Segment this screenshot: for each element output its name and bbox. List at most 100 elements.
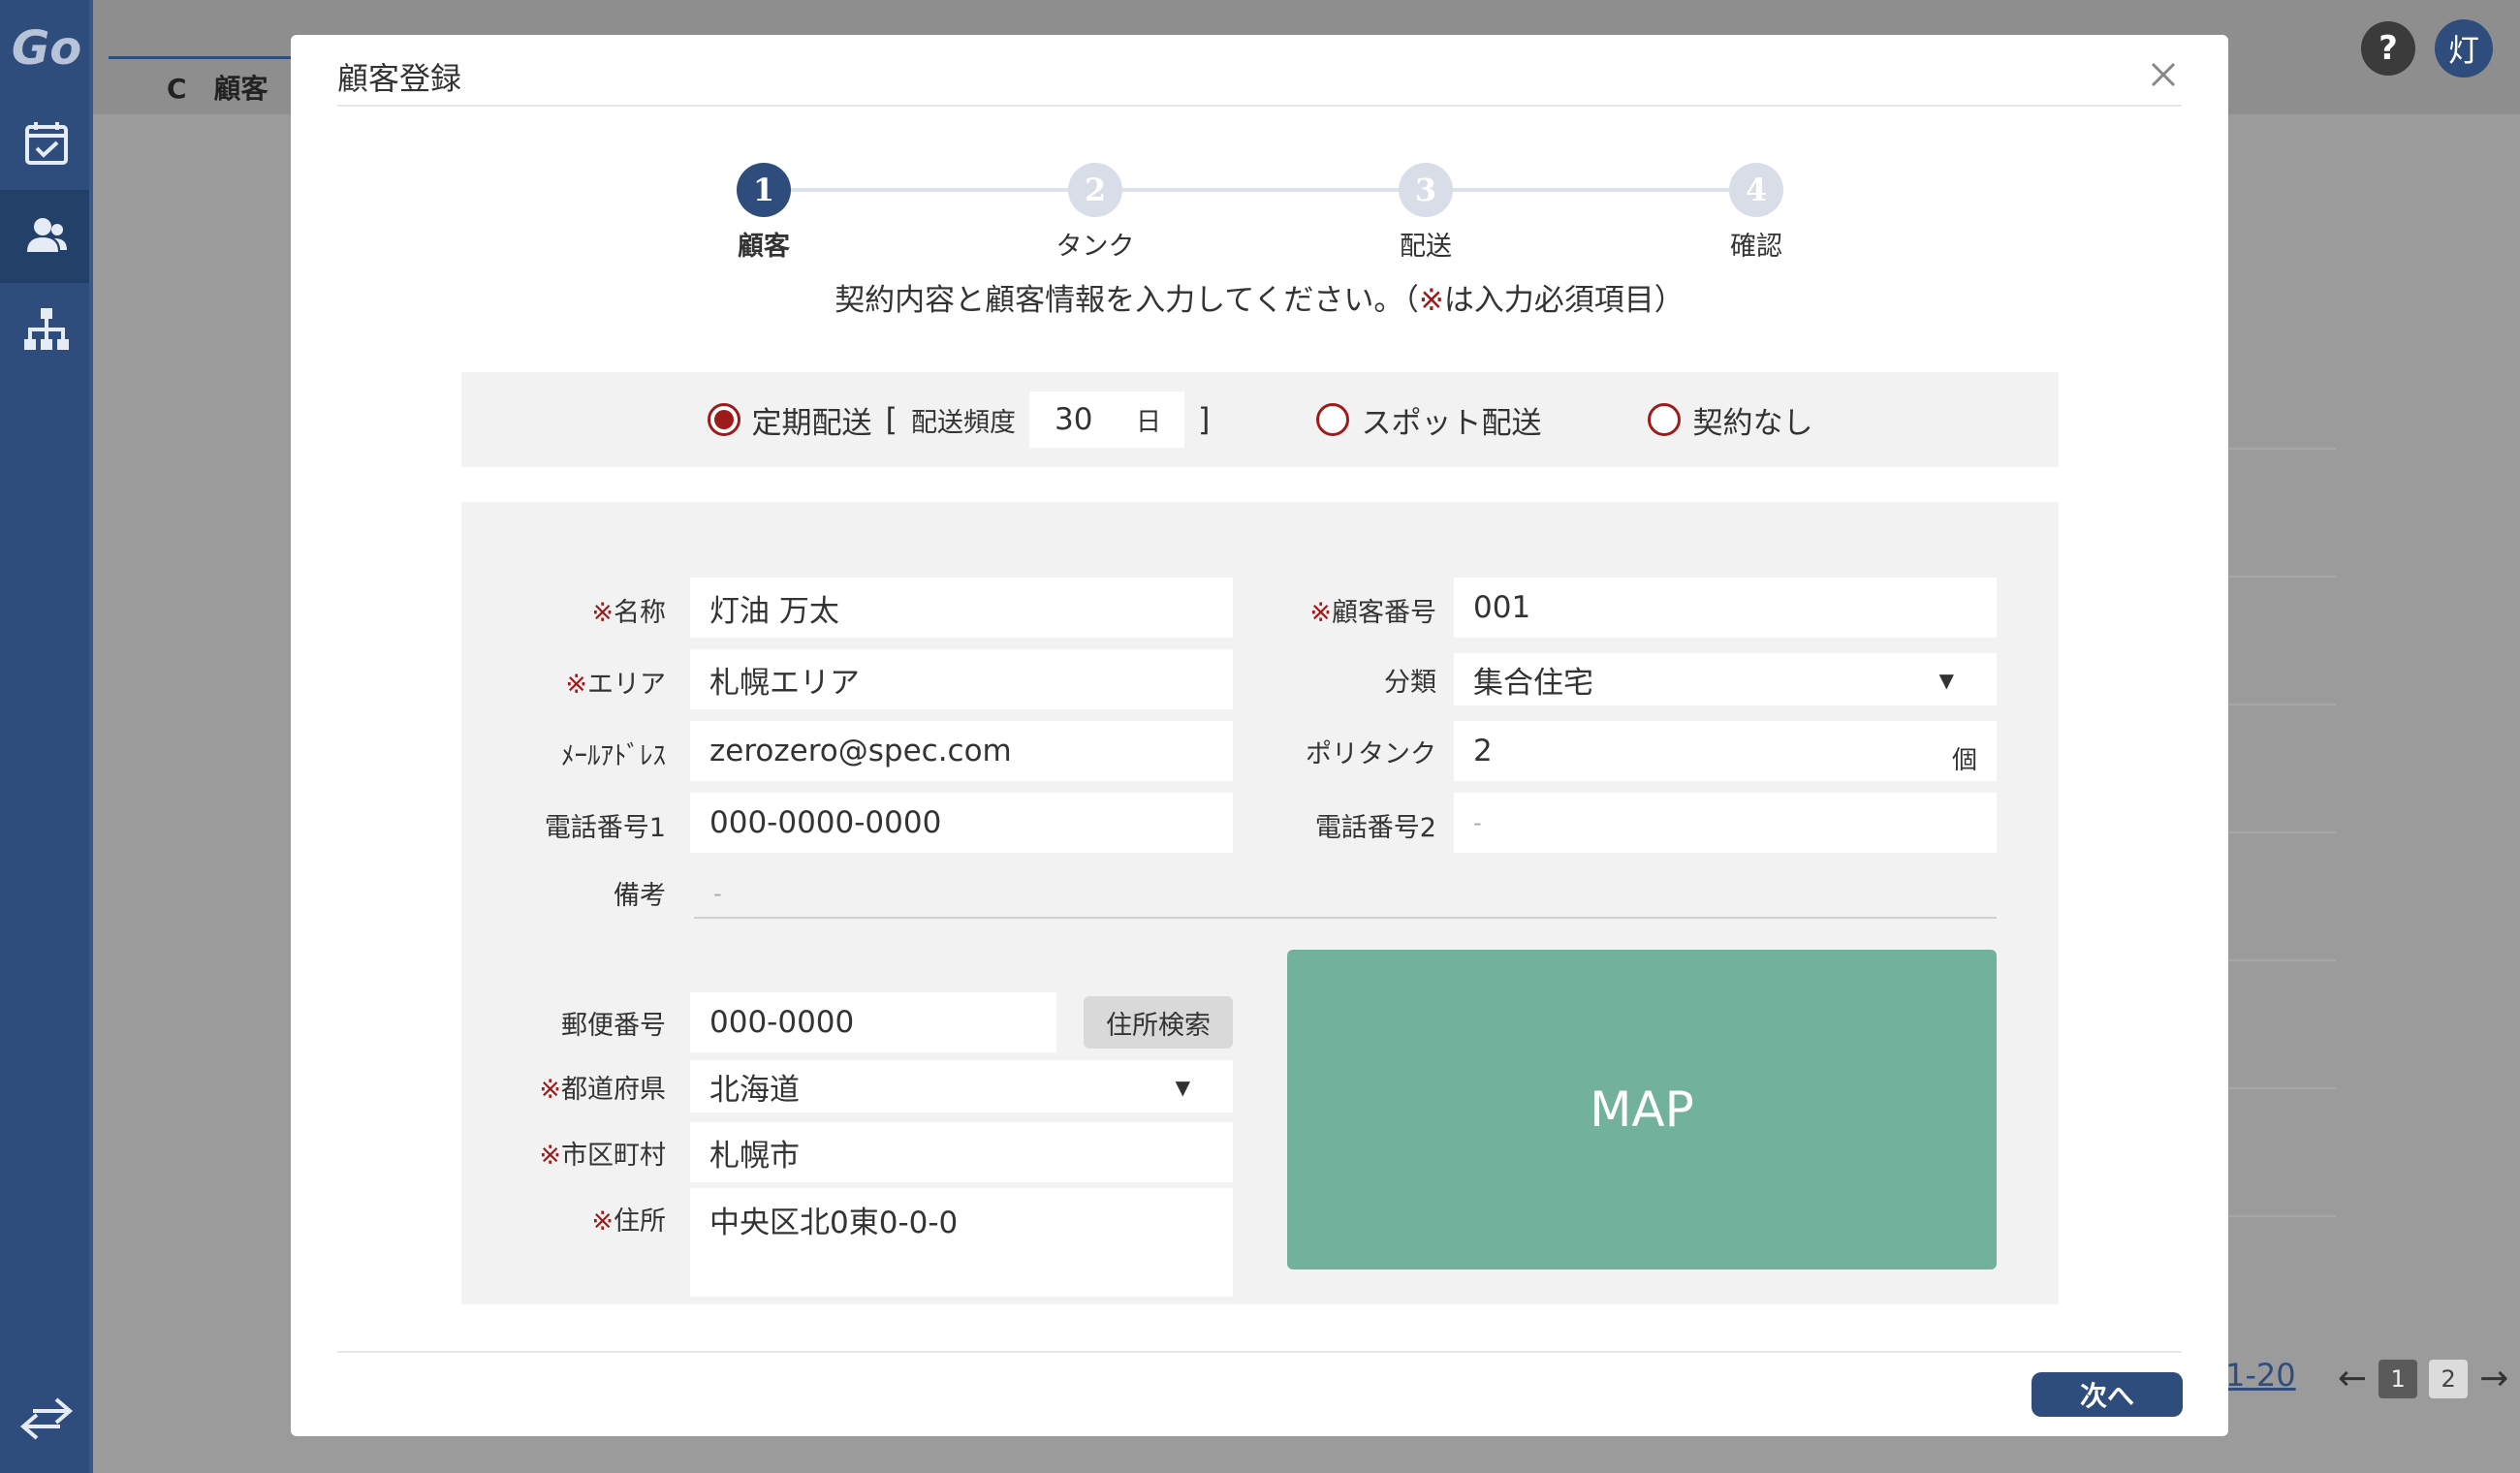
note-underline — [694, 917, 1997, 919]
city-label: ※市区町村 — [539, 1141, 666, 1171]
poly-tank-input[interactable]: 2 個 — [1454, 721, 1997, 781]
prefecture-value: 北海道 — [709, 1072, 800, 1108]
name-input[interactable]: 灯油 万太 — [690, 578, 1233, 638]
no-contract-option[interactable]: 契約なし — [1648, 398, 1812, 442]
area-input[interactable]: 札幌エリア — [690, 649, 1233, 709]
step-number: 1 — [737, 163, 791, 217]
sitemap-icon — [24, 308, 69, 350]
poly-tank-unit: 個 — [1951, 746, 1977, 775]
title-underline — [109, 56, 293, 59]
instruction-text: 契約内容と顧客情報を入力してください。（※は入力必須項目） — [835, 283, 1685, 318]
bracket-open: [ — [885, 401, 898, 438]
required-mark: ※ — [1418, 283, 1444, 318]
note-label: 備考 — [614, 881, 666, 911]
calendar-check-icon — [25, 122, 68, 165]
poly-tank-label: ポリタンク — [1306, 739, 1436, 769]
list-divider — [2210, 704, 2336, 705]
footer-divider — [337, 1351, 2182, 1353]
phone2-label: 電話番号2 — [1314, 813, 1436, 843]
spot-delivery-radio[interactable] — [1316, 403, 1350, 436]
close-icon[interactable] — [2145, 56, 2182, 93]
step-number: 4 — [1729, 163, 1783, 217]
frequency-unit: 日 — [1135, 407, 1161, 437]
prefecture-label: ※都道府県 — [539, 1075, 666, 1105]
page-2-button[interactable]: 2 — [2429, 1359, 2469, 1398]
pagination: ← 1 2 → — [2338, 1359, 2508, 1398]
step-label: 顧客 — [738, 232, 790, 262]
app-logo[interactable]: Go — [0, 0, 93, 97]
users-icon — [27, 218, 67, 252]
postal-code-input[interactable]: 000-0000 — [690, 992, 1056, 1052]
address-search-button[interactable]: 住所検索 — [1084, 996, 1233, 1049]
sidebar-edge — [89, 0, 93, 1473]
sidebar-item-organization[interactable] — [0, 283, 93, 376]
address-textarea[interactable]: 中央区北0東0-0-0 — [690, 1188, 1233, 1297]
frequency-value: 30 — [1055, 402, 1093, 437]
name-label: ※名称 — [591, 598, 666, 628]
category-label: 分類 — [1384, 668, 1436, 698]
step-delivery: 3 配送 — [1339, 163, 1513, 263]
avatar[interactable]: 灯 — [2435, 19, 2493, 78]
no-contract-radio[interactable] — [1648, 403, 1682, 436]
chevron-down-icon: ▼ — [1938, 669, 1954, 692]
sidebar: Go — [0, 0, 93, 1473]
help-button[interactable]: ? — [2361, 21, 2415, 76]
postal-code-label: 郵便番号 — [561, 1011, 666, 1041]
category-value: 集合住宅 — [1473, 665, 1593, 701]
frequency-label: 配送頻度 — [911, 407, 1016, 438]
spot-delivery-option[interactable]: スポット配送 — [1316, 398, 1541, 442]
next-page-arrow[interactable]: → — [2479, 1359, 2508, 1398]
list-divider — [2210, 831, 2336, 833]
regular-delivery-option[interactable]: 定期配送 [ 配送頻度 30 日 ] — [707, 392, 1211, 448]
frequency-input[interactable]: 30 日 — [1029, 392, 1184, 448]
list-divider — [2210, 1087, 2336, 1089]
map-area[interactable]: MAP — [1287, 950, 1997, 1269]
phone1-input[interactable]: 000-0000-0000 — [690, 793, 1233, 853]
spot-delivery-label: スポット配送 — [1361, 405, 1542, 441]
list-divider — [2210, 1215, 2336, 1217]
phone1-label: 電話番号1 — [544, 813, 666, 843]
step-confirm: 4 確認 — [1669, 163, 1843, 263]
email-label: ﾒｰﾙｱﾄﾞﾚｽ — [561, 741, 666, 771]
step-label: 確認 — [1730, 232, 1782, 262]
list-divider — [2210, 448, 2336, 450]
area-label: ※エリア — [565, 670, 666, 700]
regular-delivery-radio[interactable] — [707, 403, 740, 436]
page-title: C 顧客 — [167, 73, 268, 105]
step-customer: 1 顧客 — [677, 163, 851, 263]
dialog-title: 顧客登録 — [337, 60, 462, 97]
step-label: タンク — [1055, 232, 1135, 262]
bracket-close: ] — [1198, 401, 1211, 438]
note-input[interactable]: - — [713, 880, 722, 907]
no-contract-label: 契約なし — [1692, 405, 1813, 441]
swap-arrows-icon — [19, 1397, 74, 1440]
prefecture-select[interactable]: 北海道 ▼ — [690, 1060, 1233, 1113]
address-label: ※住所 — [591, 1207, 666, 1237]
list-divider — [2210, 959, 2336, 961]
sidebar-item-schedule[interactable] — [0, 97, 93, 190]
category-select[interactable]: 集合住宅 ▼ — [1454, 653, 1997, 705]
phone2-input[interactable]: - — [1454, 793, 1997, 853]
progress-stepper: 1 顧客 2 タンク 3 配送 4 確認 — [291, 128, 2228, 262]
chevron-down-icon: ▼ — [1175, 1076, 1190, 1099]
step-number: 2 — [1068, 163, 1122, 217]
customer-number-input[interactable]: 001 — [1454, 578, 1997, 638]
list-divider — [2210, 576, 2336, 578]
page-1-button[interactable]: 1 — [2378, 1359, 2418, 1398]
poly-tank-value: 2 — [1473, 734, 1493, 768]
stepper-track — [764, 188, 1758, 192]
step-label: 配送 — [1400, 232, 1452, 262]
step-tank: 2 タンク — [1008, 163, 1182, 263]
sidebar-toggle[interactable] — [0, 1394, 93, 1444]
email-input[interactable]: zerozero@spec.com — [690, 721, 1233, 781]
regular-delivery-label: 定期配送 — [751, 405, 872, 441]
customer-number-label: ※顧客番号 — [1309, 598, 1436, 628]
header-divider — [337, 105, 2182, 107]
prev-page-arrow[interactable]: ← — [2338, 1359, 2367, 1398]
contract-type-panel: 定期配送 [ 配送頻度 30 日 ] スポット配送 契約なし — [461, 372, 2059, 467]
list-range[interactable]: 1-20 — [2225, 1357, 2296, 1394]
sidebar-item-customers[interactable] — [0, 190, 93, 283]
next-button[interactable]: 次へ — [2032, 1372, 2183, 1417]
step-number: 3 — [1399, 163, 1453, 217]
city-input[interactable]: 札幌市 — [690, 1122, 1233, 1182]
